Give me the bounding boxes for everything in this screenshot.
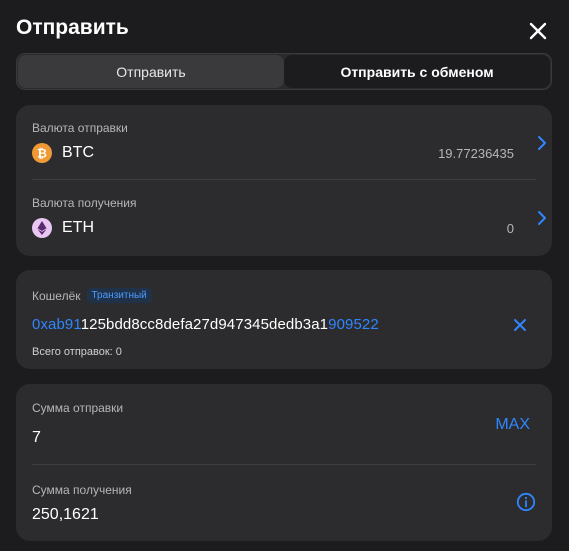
- info-button[interactable]: [516, 492, 536, 512]
- svg-text:₿: ₿: [37, 147, 47, 161]
- modal-header: Отправить: [16, 14, 553, 46]
- send-modal: Отправить Отправить Отправить с обменом …: [0, 0, 569, 551]
- send-currency-chevron[interactable]: [536, 135, 548, 151]
- wallet-label: Кошелёк: [32, 288, 81, 303]
- send-currency-label: Валюта отправки: [32, 121, 128, 135]
- wallet-card: Кошелёк Транзитный 0xab91125bdd8cc8defa2…: [16, 270, 552, 369]
- wallet-label-row: Кошелёк Транзитный: [32, 288, 152, 303]
- receive-currency-label: Валюта получения: [32, 196, 137, 210]
- send-coin-balance: 19.77236435: [438, 145, 514, 161]
- transit-badge: Транзитный: [86, 288, 152, 303]
- amount-card: Сумма отправки 7 MAX Сумма получения 250…: [16, 384, 552, 541]
- send-currency-selector[interactable]: ₿ BTC 19.77236435: [32, 141, 536, 165]
- tab-send-with-exchange[interactable]: Отправить с обменом: [284, 55, 550, 88]
- address-prefix: 0xab91: [32, 316, 81, 333]
- receive-currency-chevron[interactable]: [536, 210, 548, 226]
- address-suffix: 909522: [328, 316, 379, 333]
- send-amount-label: Сумма отправки: [32, 401, 124, 415]
- max-button[interactable]: MAX: [495, 416, 530, 434]
- wallet-address[interactable]: 0xab91125bdd8cc8defa27d947345dedb3a19095…: [32, 316, 379, 333]
- currency-card: Валюта отправки ₿ BTC 19.77236435 Валюта…: [16, 105, 552, 256]
- ethereum-icon: [32, 218, 52, 238]
- info-icon: [516, 492, 536, 512]
- tab-send[interactable]: Отправить: [18, 55, 284, 88]
- divider: [32, 179, 536, 180]
- receive-amount-label: Сумма получения: [32, 483, 132, 497]
- close-icon: [514, 319, 526, 331]
- bitcoin-icon: ₿: [32, 143, 52, 163]
- close-icon: [529, 22, 547, 40]
- divider: [32, 464, 536, 465]
- chevron-right-icon: [538, 211, 546, 225]
- receive-coin-name: ETH: [62, 219, 94, 236]
- sent-count: Всего отправок: 0: [32, 346, 122, 358]
- clear-address-button[interactable]: [512, 317, 528, 333]
- send-amount-input[interactable]: 7: [32, 429, 41, 447]
- address-middle: 125bdd8cc8defa27d947345dedb3a1: [80, 316, 329, 333]
- close-button[interactable]: [527, 20, 549, 42]
- send-mode-tabs: Отправить Отправить с обменом: [16, 53, 552, 90]
- receive-currency-selector[interactable]: ETH 0: [32, 216, 536, 240]
- receive-amount-value: 250,1621: [32, 506, 99, 523]
- modal-title: Отправить: [16, 16, 129, 39]
- receive-coin-balance: 0: [506, 220, 514, 236]
- send-coin-name: BTC: [62, 144, 94, 161]
- chevron-right-icon: [538, 136, 546, 150]
